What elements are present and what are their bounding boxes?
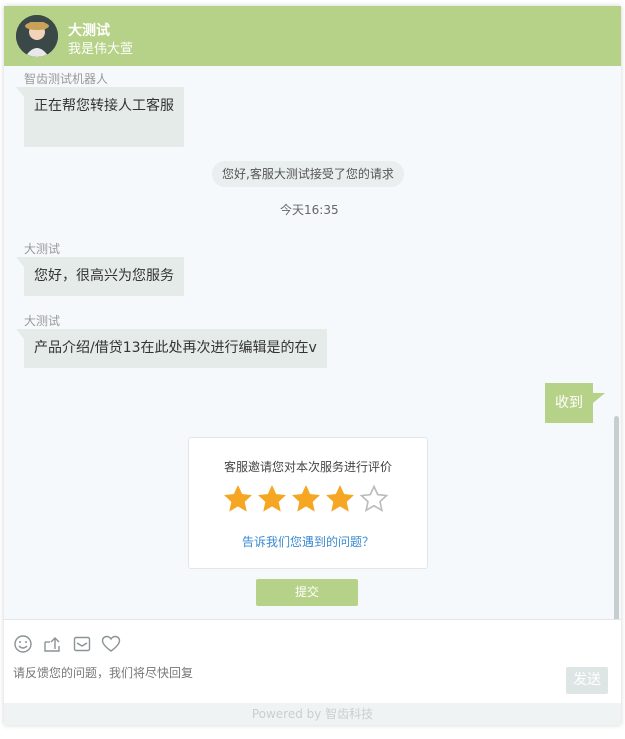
agent-signature: 我是伟大萱 — [68, 42, 134, 57]
message-sender: 大测试 — [24, 242, 61, 256]
mail-icon[interactable] — [72, 634, 92, 654]
star-icon[interactable] — [257, 484, 287, 514]
chat-window: 大测试 我是伟大萱 智齿测试机器人 正在帮您转接人工客服 您好,客服大测试接受了… — [4, 6, 621, 725]
star-icon[interactable] — [223, 484, 253, 514]
feedback-link[interactable]: 告诉我们您遇到的问题？ — [189, 533, 427, 550]
star-icon[interactable] — [359, 484, 389, 514]
system-notice: 您好,客服大测试接受了您的请求 — [212, 161, 404, 187]
rating-title: 客服邀请您对本次服务进行评价 — [223, 460, 392, 474]
agent-name: 大测试 — [68, 23, 110, 39]
submit-rating-button[interactable]: 提交 — [256, 579, 358, 606]
message-input[interactable]: 请反馈您的问题，我们将尽快回复 — [13, 664, 193, 681]
composer: 请反馈您的问题，我们将尽快回复 发送 — [4, 619, 621, 704]
message-bubble-bot: 正在帮您转接人工客服 — [16, 87, 184, 147]
message-sender: 大测试 — [24, 314, 61, 328]
send-button[interactable]: 发送 — [566, 667, 608, 694]
agent-avatar — [16, 15, 58, 57]
message-bubble-agent: 您好，很高兴为您服务 — [16, 257, 184, 296]
star-icon[interactable] — [325, 484, 355, 514]
smile-icon[interactable] — [13, 634, 33, 654]
rating-card: 客服邀请您对本次服务进行评价 告诉我们您遇到的问题？ — [188, 437, 428, 569]
chat-header: 大测试 我是伟大萱 — [4, 6, 621, 66]
message-list: 智齿测试机器人 正在帮您转接人工客服 您好,客服大测试接受了您的请求 今天16:… — [4, 66, 621, 678]
message-bubble-agent: 产品介绍/借贷13在此处再次进行编辑是的在v — [16, 329, 327, 368]
message-sender: 智齿测试机器人 — [24, 72, 109, 86]
star-icon[interactable] — [291, 484, 321, 514]
powered-by-footer: Powered by 智齿科技 — [4, 703, 621, 725]
message-timestamp: 今天16:35 — [280, 203, 339, 217]
heart-icon[interactable] — [101, 634, 121, 654]
upload-icon[interactable] — [42, 634, 62, 654]
message-bubble-user: 收到 — [545, 383, 605, 423]
